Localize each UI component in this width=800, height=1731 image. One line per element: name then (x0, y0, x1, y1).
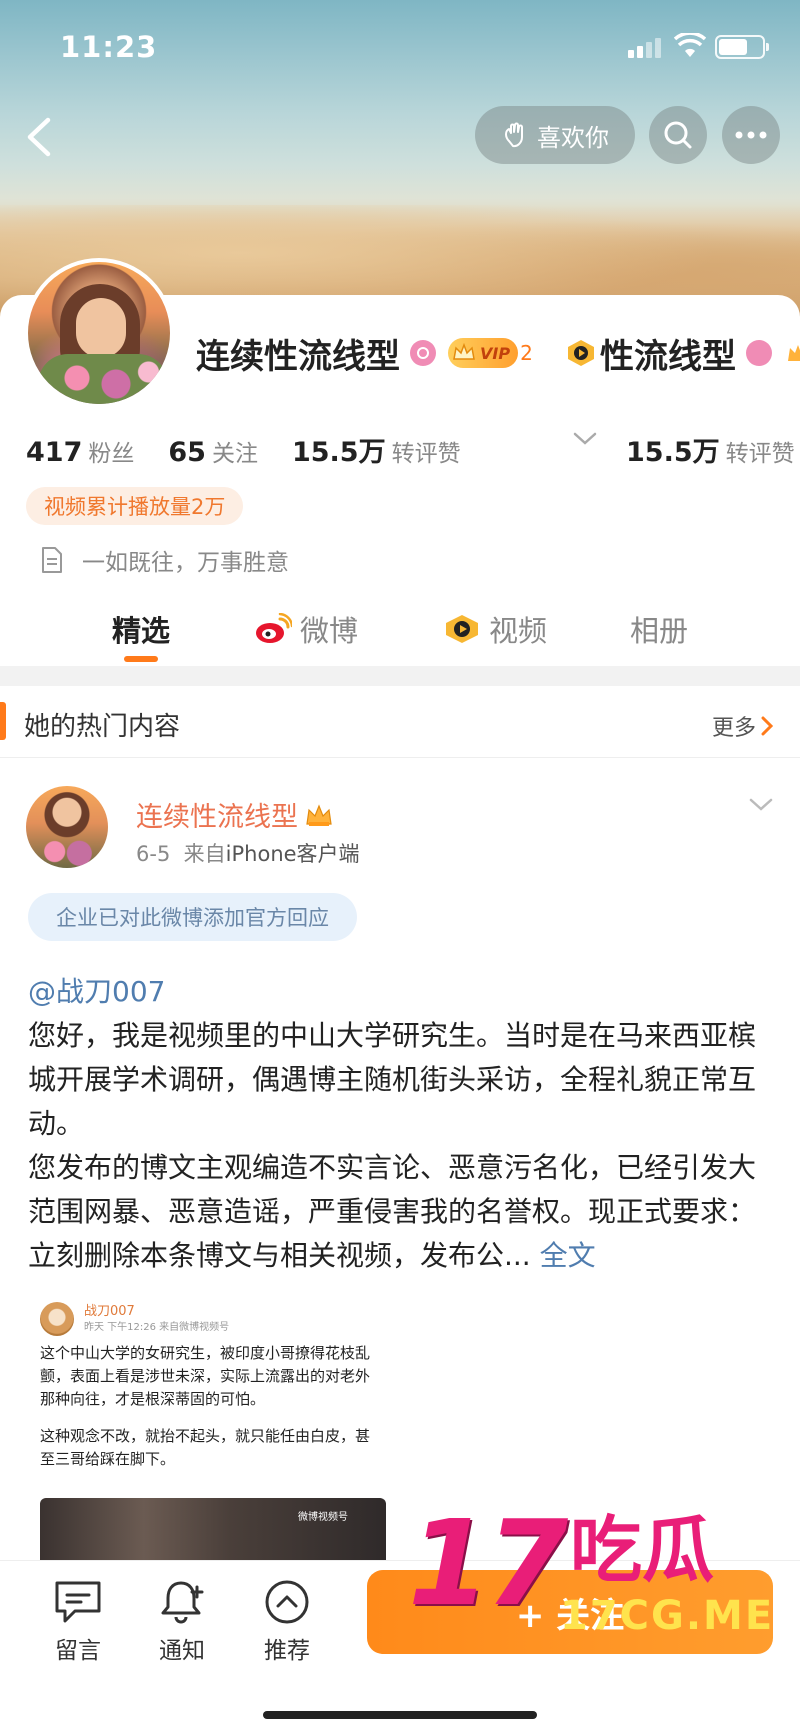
chevron-right-icon (761, 716, 774, 736)
post-body: 您好，我是视频里的中山大学研究生。当时是在马来西亚槟城开展学术调研，偶遇博主随机… (28, 1014, 776, 1278)
watermark-number: 17 (408, 1494, 568, 1632)
like-you-button[interactable]: 喜欢你 (475, 106, 635, 164)
comment-label: 留言 (55, 1638, 101, 1664)
post-from: 来自 (183, 842, 226, 866)
like-you-label: 喜欢你 (537, 123, 609, 152)
post-body-text: 您好，我是视频里的中山大学研究生。当时是在马来西亚槟城开展学术调研，偶遇博主随机… (28, 1019, 757, 1272)
hot-content-header: 她的热门内容 更多 (0, 686, 800, 758)
profile-name-duplicate: 性流线型 (566, 328, 800, 378)
chevron-up-circle-icon (265, 1580, 309, 1624)
weibo-logo-icon (256, 613, 292, 643)
profile-stats: 417 粉丝 65 关注 15.5万 转评赞 (26, 430, 495, 468)
status-bar: 11:23 (0, 0, 800, 90)
video-channel-icon (568, 340, 594, 366)
post-mention[interactable]: @战刀007 (28, 970, 165, 1010)
video-plays-badge[interactable]: 视频累计播放量2万 (26, 487, 244, 525)
embedded-paragraph: 这种观念不改，就抬不起头，就只能任由白皮，甚至三哥给踩在脚下。 (40, 1427, 371, 1468)
interactions-label: 转评赞 (391, 441, 461, 467)
following-label[interactable]: 关注 (212, 434, 258, 468)
interactions-count: 15.5万 (291, 437, 386, 468)
post-author-avatar[interactable] (26, 786, 108, 868)
active-tab-indicator (124, 656, 158, 662)
full-text-link[interactable]: 全文 (540, 1239, 596, 1272)
crown-icon (453, 343, 475, 360)
tab-featured-label: 精选 (112, 614, 171, 648)
vip-level: 2 (520, 341, 533, 365)
tab-video[interactable]: 视频 (443, 608, 547, 650)
more-link[interactable]: 更多 (712, 710, 774, 742)
notify-label: 通知 (159, 1638, 205, 1664)
embedded-author-name: 战刀007 (84, 1304, 135, 1319)
status-time: 11:23 (60, 30, 158, 64)
tab-weibo-label: 微博 (300, 614, 359, 648)
post-author-row[interactable]: 连续性流线型 (136, 795, 334, 834)
notify-button[interactable]: 通知 (137, 1579, 227, 1665)
battery-icon (715, 35, 769, 59)
profile-bio: 一如既往，万事胜意 (40, 543, 289, 577)
profile-tabs: 精选 微博 视频 相册 (0, 600, 800, 670)
section-divider (0, 666, 800, 686)
search-button[interactable] (649, 106, 707, 164)
embedded-text: 这个中山大学的女研究生，被印度小哥撩得花枝乱颤，表面上看是涉世未深，实际上流露出… (40, 1342, 380, 1485)
profile-avatar[interactable] (24, 258, 174, 408)
back-arrow-icon[interactable] (18, 112, 62, 162)
female-gender-icon (746, 340, 772, 366)
crown-icon (788, 345, 800, 361)
message-icon (55, 1581, 101, 1623)
document-icon (42, 547, 62, 573)
site-watermark: 17 吃瓜 17CG.ME (400, 1500, 780, 1650)
followers-label[interactable]: 粉丝 (88, 434, 134, 468)
embedded-paragraph: 这个中山大学的女研究生，被印度小哥撩得花枝乱颤，表面上看是涉世未深，实际上流露出… (40, 1344, 371, 1408)
post-meta: 6-5 来自iPhone客户端 (136, 838, 360, 868)
tab-featured[interactable]: 精选 (112, 608, 170, 650)
comment-button[interactable]: 留言 (33, 1579, 123, 1665)
post-image[interactable]: 战刀007 昨天 下午12:26 来自微博视频号 这个中山大学的女研究生，被印度… (38, 1290, 386, 1590)
chevron-down-icon[interactable] (571, 428, 599, 448)
video-channel-icon (446, 615, 478, 643)
interactions-label-duplicate: 转评赞 (725, 441, 795, 467)
crown-icon (306, 803, 332, 826)
following-count[interactable]: 65 (168, 437, 206, 468)
recommend-label: 推荐 (264, 1638, 310, 1664)
tab-weibo[interactable]: 微博 (254, 608, 358, 650)
followers-count[interactable]: 417 (26, 437, 82, 468)
tab-video-label: 视频 (489, 614, 548, 648)
search-icon (664, 121, 692, 149)
profile-name: 连续性流线型 (196, 336, 400, 377)
watermark-url: 17CG.ME (560, 1593, 775, 1639)
interactions-count-duplicate: 15.5万 (626, 437, 720, 468)
vip-badge[interactable]: VIP (448, 338, 519, 368)
embedded-video-watermark: 微博视频号 (298, 1512, 348, 1523)
home-indicator[interactable] (263, 1711, 537, 1719)
more-label: 更多 (712, 716, 757, 741)
post-date: 6-5 (136, 842, 171, 866)
bio-text: 一如既往，万事胜意 (82, 550, 289, 576)
wifi-icon (674, 33, 706, 57)
watermark-chinese: 吃瓜 (570, 1508, 715, 1592)
hand-wave-icon (505, 122, 523, 148)
profile-page: 11:23 喜欢你 连续性流线型 VIP 2 性流线型 417 粉丝 65 关注… (0, 0, 800, 1731)
official-response-notice[interactable]: 企业已对此微博添加官方回应 (28, 893, 357, 941)
more-options-button[interactable] (722, 106, 780, 164)
post-source: iPhone客户端 (225, 842, 360, 866)
hot-content-title: 她的热门内容 (24, 712, 181, 742)
profile-stats-duplicate: 15.5万 转评赞 (626, 430, 795, 469)
cellular-signal-icon (628, 36, 664, 58)
section-accent-bar (0, 702, 6, 740)
female-gender-icon (410, 340, 436, 366)
profile-name-duplicate-text: 性流线型 (600, 336, 736, 377)
recommend-button[interactable]: 推荐 (242, 1579, 332, 1665)
chevron-down-icon[interactable] (748, 796, 774, 814)
vip-label: VIP (480, 343, 511, 363)
bell-plus-icon (161, 1581, 204, 1624)
profile-name-row: 连续性流线型 VIP 2 (196, 328, 533, 378)
post-author-name: 连续性流线型 (136, 802, 298, 833)
more-dots-icon (735, 131, 767, 139)
tab-album[interactable]: 相册 (630, 608, 688, 650)
tab-album-label: 相册 (630, 614, 689, 648)
embedded-meta: 昨天 下午12:26 来自微博视频号 (84, 1322, 230, 1333)
embedded-avatar (40, 1302, 74, 1336)
